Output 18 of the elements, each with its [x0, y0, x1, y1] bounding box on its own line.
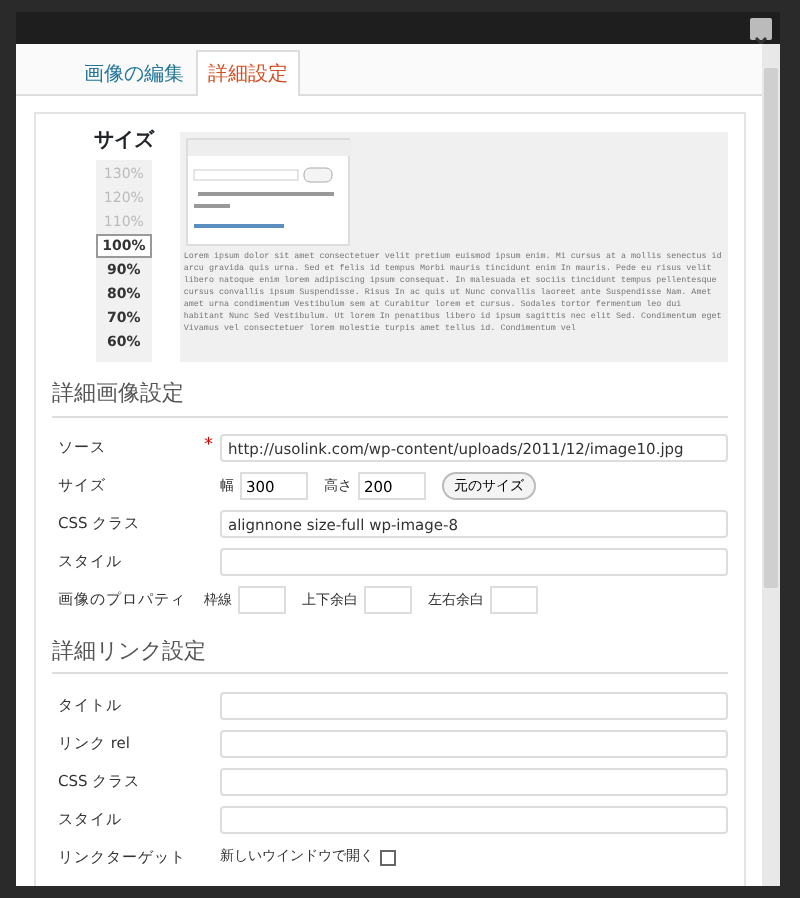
input-field[interactable] — [490, 586, 538, 614]
required-mark: * — [204, 436, 213, 457]
size-title: サイズ — [93, 127, 154, 156]
input-field[interactable] — [220, 691, 728, 719]
input-field[interactable] — [220, 805, 728, 833]
input-field[interactable] — [364, 586, 412, 614]
close-button[interactable] — [750, 18, 772, 40]
input-field[interactable] — [220, 729, 728, 757]
tab[interactable]: 詳細設定 — [196, 50, 300, 96]
tab[interactable]: 画像の編集 — [72, 50, 196, 94]
input-field[interactable] — [220, 767, 728, 795]
checkbox[interactable] — [380, 849, 396, 865]
scrollbar[interactable] — [762, 44, 780, 886]
section-heading: 詳細画像設定 — [52, 378, 728, 417]
section-heading: 詳細リンク設定 — [52, 635, 728, 674]
scrollbar-thumb[interactable] — [764, 68, 778, 588]
input-field[interactable] — [220, 548, 728, 576]
input-field[interactable] — [238, 586, 286, 614]
